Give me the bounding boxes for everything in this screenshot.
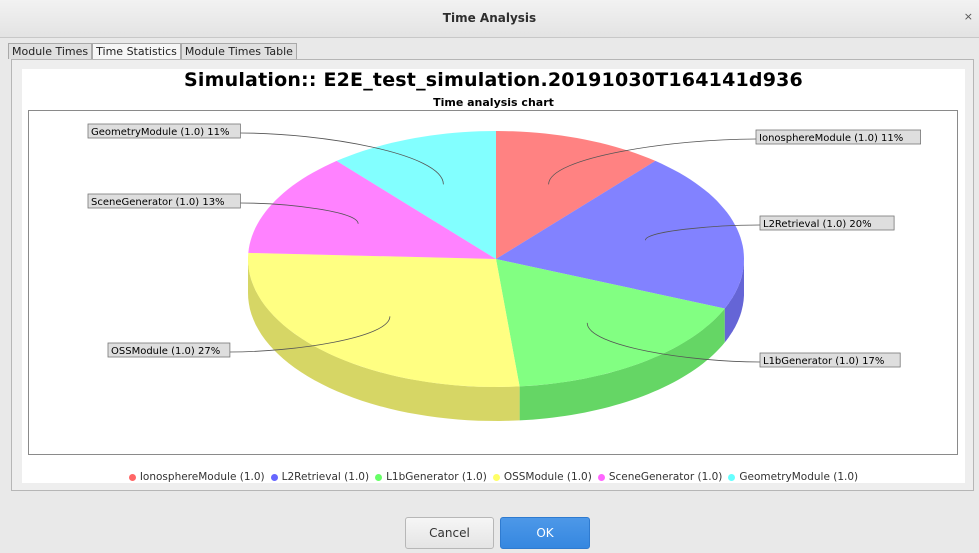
chart-title: Simulation:: E2E_test_simulation.2019103… <box>184 69 803 91</box>
legend-label: SceneGenerator (1.0) <box>608 471 723 483</box>
legend-label: GeometryModule (1.0) <box>739 471 859 483</box>
window-title: Time Analysis <box>442 11 537 25</box>
legend-item-1: L2Retrieval (1.0) <box>270 471 370 483</box>
slice-label-3: OSSModule (1.0) 27% <box>111 346 220 357</box>
legend-dot-icon <box>728 473 736 481</box>
chart-area: Simulation:: E2E_test_simulation.2019103… <box>22 69 965 483</box>
legend-item-0: IonosphereModule (1.0) <box>128 471 265 483</box>
slice-label-1: L2Retrieval (1.0) 20% <box>763 219 872 230</box>
tab-panel: Simulation:: E2E_test_simulation.2019103… <box>11 59 974 491</box>
pie-chart: IonosphereModule (1.0) 11% L2Retrieval (1… <box>87 123 922 421</box>
chart-legend: IonosphereModule (1.0) L2Retrieval (1.0) L… <box>22 471 965 483</box>
legend-item-5: GeometryModule (1.0) <box>728 471 858 483</box>
window-titlebar: Time Analysis × <box>0 0 979 38</box>
button-bar: Cancel OK <box>0 500 979 553</box>
legend-label: L1bGenerator (1.0) <box>386 471 487 483</box>
legend-label: IonosphereModule (1.0) <box>139 471 265 483</box>
pie-slice-3[interactable] <box>248 252 520 387</box>
plot-area: IonosphereModule (1.0) 11% L2Retrieval (1… <box>28 110 958 455</box>
legend-item-4: SceneGenerator (1.0) <box>597 471 723 483</box>
legend-label: OSSModule (1.0) <box>503 471 592 483</box>
cancel-button[interactable]: Cancel <box>405 517 494 549</box>
legend-dot-icon <box>597 473 605 481</box>
tab-module-times[interactable]: Module Times <box>8 43 93 59</box>
legend-dot-icon <box>270 473 278 481</box>
slice-label-4: SceneGenerator (1.0) 13% <box>91 197 225 208</box>
legend-dot-icon <box>128 473 136 481</box>
legend-label: L2Retrieval (1.0) <box>281 471 370 483</box>
slice-label-2: L1bGenerator (1.0) 17% <box>763 356 884 367</box>
chart-subtitle: Time analysis chart <box>433 96 554 109</box>
tab-bar: Module Times Time Statistics Module Time… <box>8 43 297 60</box>
tab-module-times-table[interactable]: Module Times Table <box>180 43 297 59</box>
legend-dot-icon <box>375 473 383 481</box>
ok-button[interactable]: OK <box>500 517 590 549</box>
close-icon[interactable]: × <box>964 10 973 23</box>
slice-label-5: GeometryModule (1.0) 11% <box>91 127 230 138</box>
legend-dot-icon <box>492 473 500 481</box>
legend-item-2: L1bGenerator (1.0) <box>375 471 487 483</box>
tab-time-statistics[interactable]: Time Statistics <box>92 43 181 60</box>
legend-item-3: OSSModule (1.0) <box>492 471 592 483</box>
slice-label-0: IonosphereModule (1.0) 11% <box>759 133 903 144</box>
